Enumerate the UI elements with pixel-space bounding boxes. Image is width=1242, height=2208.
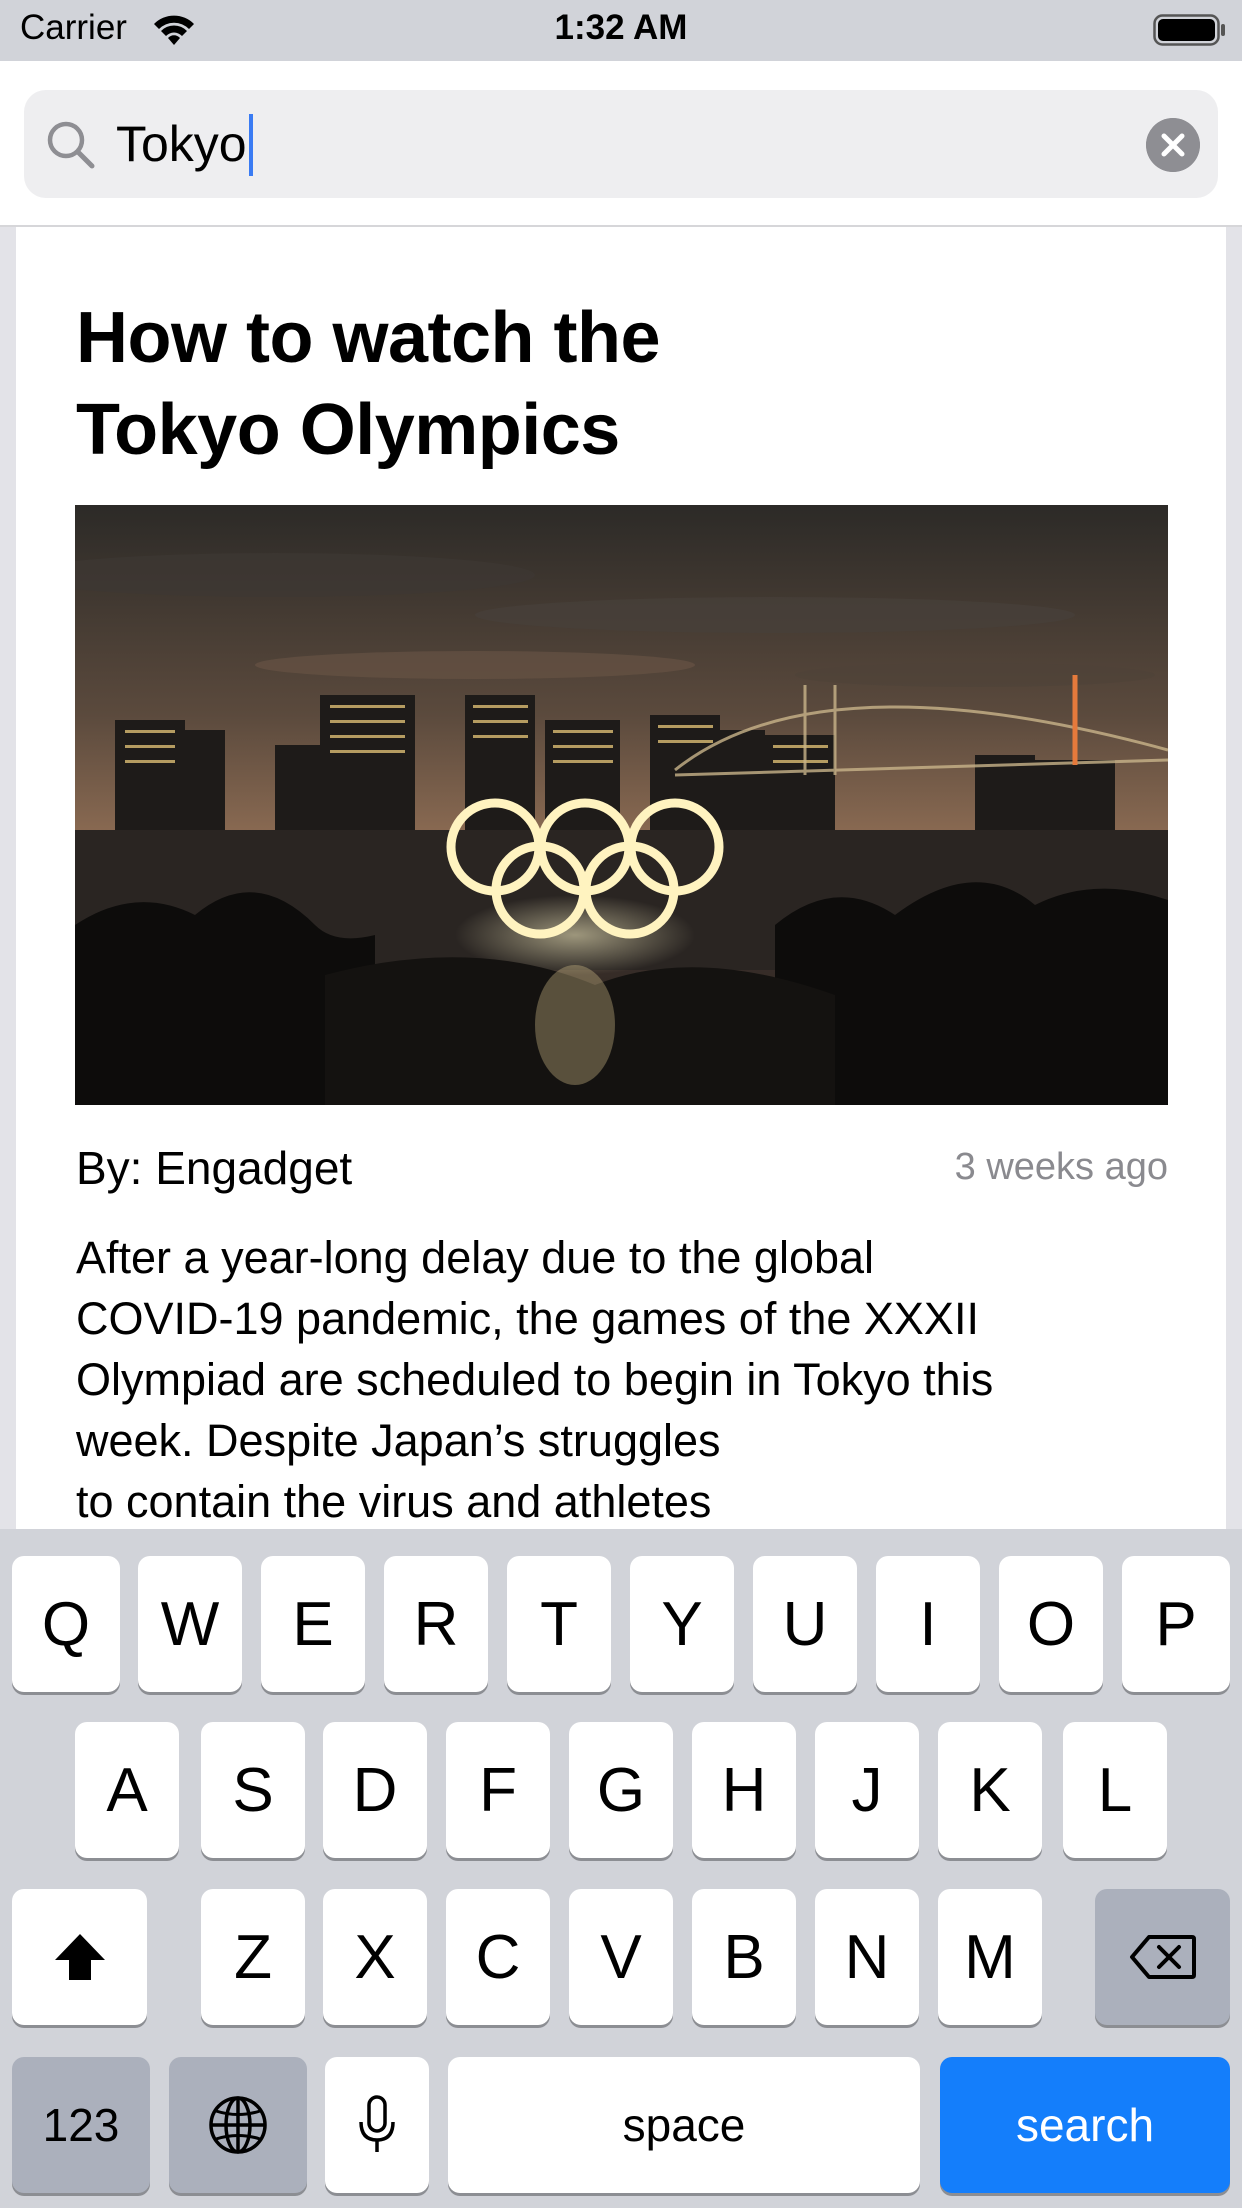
backspace-key[interactable]: [1095, 1889, 1230, 2025]
shift-icon: [54, 1934, 105, 1980]
key-l[interactable]: L: [1063, 1722, 1167, 1858]
key-s[interactable]: S: [201, 1722, 305, 1858]
article-title-line: Tokyo Olympics: [76, 390, 620, 470]
article-title[interactable]: How to watch the Tokyo Olympics: [76, 292, 976, 476]
key-g[interactable]: G: [569, 1722, 673, 1858]
microphone-icon: [359, 2095, 395, 2152]
dictation-key[interactable]: [325, 2057, 429, 2193]
key-o[interactable]: O: [999, 1556, 1103, 1692]
globe-icon: [209, 2096, 267, 2154]
key-q[interactable]: Q: [12, 1556, 120, 1692]
search-key[interactable]: search: [940, 2057, 1230, 2193]
shift-key[interactable]: [12, 1889, 147, 2025]
text-caret: [248, 113, 253, 176]
key-p[interactable]: P: [1122, 1556, 1230, 1692]
key-n[interactable]: N: [815, 1889, 919, 2025]
key-k[interactable]: K: [938, 1722, 1042, 1858]
search-bar[interactable]: Tokyo: [24, 90, 1218, 198]
key-v[interactable]: V: [569, 1889, 673, 2025]
key-b[interactable]: B: [692, 1889, 796, 2025]
article-image[interactable]: [75, 505, 1168, 1105]
keyboard: Q W E R T Y U I O P A S D F G H J K L Z …: [0, 1529, 1242, 2208]
key-f[interactable]: F: [446, 1722, 550, 1858]
battery-icon: [1153, 14, 1225, 46]
key-m[interactable]: M: [938, 1889, 1042, 2025]
key-r[interactable]: R: [384, 1556, 488, 1692]
key-i[interactable]: I: [876, 1556, 980, 1692]
key-c[interactable]: C: [446, 1889, 550, 2025]
key-y[interactable]: Y: [630, 1556, 734, 1692]
search-query: Tokyo: [116, 116, 247, 172]
key-w[interactable]: W: [138, 1556, 242, 1692]
key-h[interactable]: H: [692, 1722, 796, 1858]
space-key[interactable]: space: [448, 2057, 920, 2193]
article-time-ago: 3 weeks ago: [954, 1146, 1168, 1188]
key-x[interactable]: X: [323, 1889, 427, 2025]
status-time: 1:32 AM: [554, 8, 688, 47]
key-e[interactable]: E: [261, 1556, 365, 1692]
clear-search-icon[interactable]: [1146, 118, 1200, 172]
screen: Carrier 1:32 AM Tokyo How to watch the T…: [0, 0, 1242, 2208]
article-byline: By: Engadget: [76, 1142, 353, 1194]
key-j[interactable]: J: [815, 1722, 919, 1858]
status-bar: Carrier 1:32 AM: [0, 0, 1242, 61]
search-header: Tokyo: [0, 61, 1242, 227]
article-card[interactable]: How to watch the Tokyo Olympics By: Enga…: [16, 227, 1226, 1529]
numbers-key[interactable]: 123: [12, 2057, 150, 2193]
backspace-icon: [1129, 1935, 1196, 1979]
key-t[interactable]: T: [507, 1556, 611, 1692]
key-z[interactable]: Z: [201, 1889, 305, 2025]
article-title-line: How to watch the: [76, 298, 661, 378]
search-input[interactable]: Tokyo: [116, 108, 253, 180]
key-d[interactable]: D: [323, 1722, 427, 1858]
key-a[interactable]: A: [75, 1722, 179, 1858]
key-u[interactable]: U: [753, 1556, 857, 1692]
search-icon: [47, 121, 95, 169]
article-body: After a year-long delay due to the globa…: [76, 1232, 994, 1527]
globe-key[interactable]: [169, 2057, 307, 2193]
